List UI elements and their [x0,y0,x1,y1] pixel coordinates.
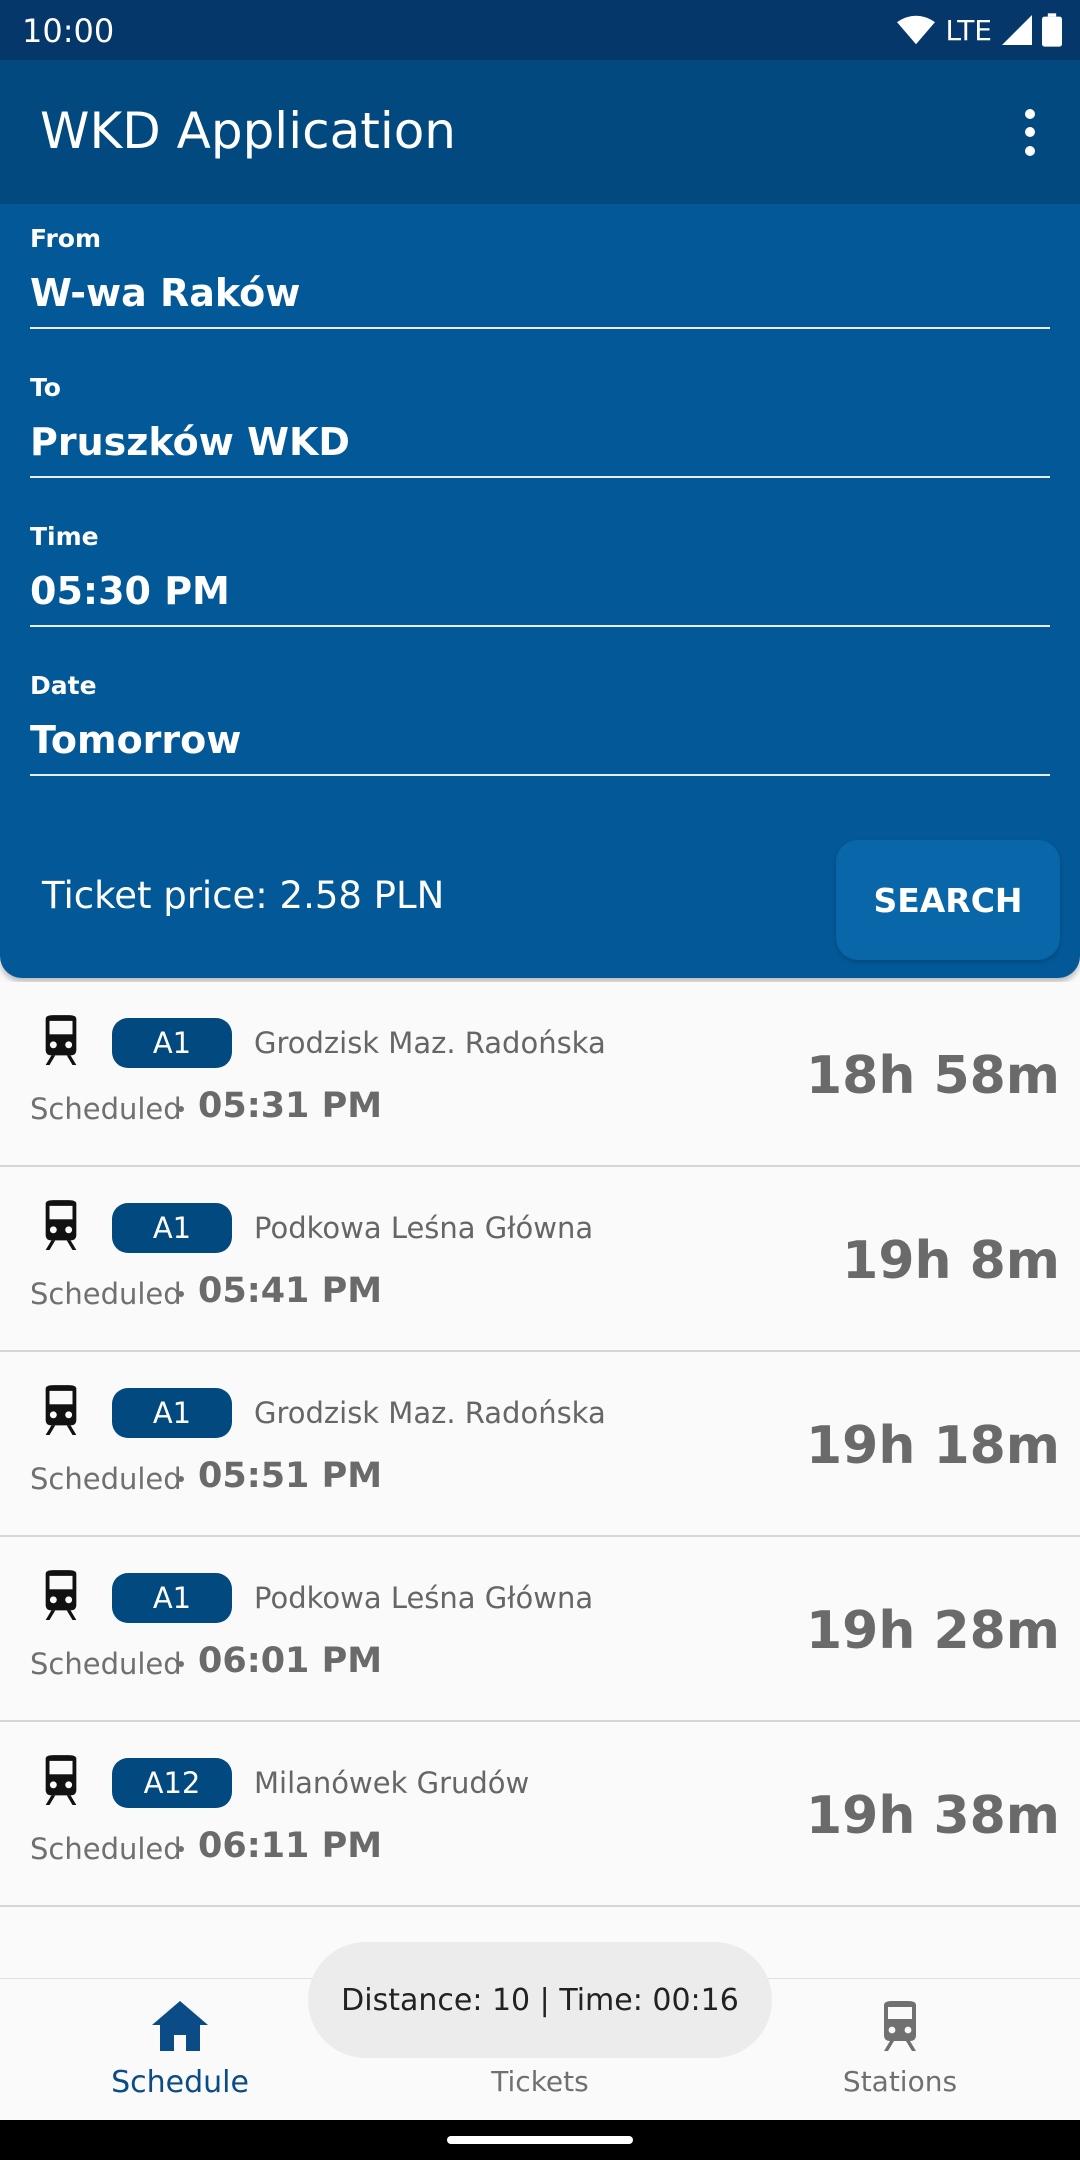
destination-label: Podkowa Leśna Główna [254,1211,594,1245]
line-badge: A12 [112,1758,232,1808]
time-field: Time 05:30 PM [30,522,1050,627]
date-label: Date [30,671,97,700]
home-gesture-handle[interactable] [447,2136,633,2144]
signal-icon [1002,15,1032,45]
home-icon [152,2001,208,2051]
line-badge: A1 [112,1018,232,1068]
time-until-departure: 19h 28m [805,1601,1060,1661]
status-label: Scheduled [30,1462,182,1496]
from-input[interactable]: W-wa Raków [30,271,1050,329]
app-bar: WKD Application [0,60,1080,204]
connections-list: A1 Grodzisk Maz. Radońska Scheduled 05:3… [0,982,1080,1907]
destination-label: Milanówek Grudów [254,1766,530,1800]
train-icon [45,1385,77,1435]
more-vert-icon[interactable] [1010,100,1050,164]
train-icon [45,1015,77,1065]
train-icon [884,2001,916,2051]
to-label: To [30,373,61,402]
system-navigation-bar [0,2120,1080,2160]
ticket-price: Ticket price: 2.58 PLN [42,874,445,917]
train-icon [45,1755,77,1805]
nav-schedule-label: Schedule [111,2065,249,2100]
destination-label: Grodzisk Maz. Radońska [254,1396,606,1430]
connection-row[interactable]: A1 Podkowa Leśna Główna Scheduled 05:41 … [0,1167,1080,1352]
search-button[interactable]: SEARCH [836,840,1060,960]
date-input[interactable]: Tomorrow [30,718,1050,776]
separator-dot [178,1291,184,1297]
line-badge: A1 [112,1203,232,1253]
line-badge: A1 [112,1573,232,1623]
battery-icon [1042,13,1062,47]
connection-row[interactable]: A12 Milanówek Grudów Scheduled 06:11 PM … [0,1722,1080,1907]
departure-time: 05:51 PM [198,1456,383,1496]
to-field: To Pruszków WKD [30,373,1050,478]
status-time: 10:00 [22,12,115,50]
destination-label: Grodzisk Maz. Radońska [254,1026,606,1060]
line-badge: A1 [112,1388,232,1438]
status-label: Scheduled [30,1832,182,1866]
separator-dot [178,1661,184,1667]
destination-label: Podkowa Leśna Główna [254,1581,594,1615]
departure-time: 05:31 PM [198,1086,383,1126]
search-form-panel: From W-wa Raków To Pruszków WKD Time 05:… [0,204,1080,978]
wifi-icon [897,15,936,45]
departure-time: 05:41 PM [198,1271,383,1311]
time-until-departure: 19h 18m [805,1416,1060,1476]
connection-row[interactable]: A1 Grodzisk Maz. Radońska Scheduled 05:3… [0,982,1080,1167]
from-field: From W-wa Raków [30,224,1050,329]
status-label: Scheduled [30,1647,182,1681]
app-title: WKD Application [40,102,456,160]
nav-stations[interactable]: Stations [720,1979,1080,2121]
status-bar: 10:00 LTE [0,0,1080,60]
toast-message: Distance: 10 | Time: 00:16 [308,1942,772,2058]
separator-dot [178,1846,184,1852]
separator-dot [178,1106,184,1112]
departure-time: 06:01 PM [198,1641,383,1681]
from-label: From [30,224,102,253]
time-input[interactable]: 05:30 PM [30,569,1050,627]
nav-tickets-label: Tickets [491,2065,589,2098]
separator-dot [178,1476,184,1482]
time-label: Time [30,522,99,551]
train-icon [45,1200,77,1250]
time-until-departure: 18h 58m [805,1046,1060,1106]
nav-stations-label: Stations [842,2065,958,2098]
time-until-departure: 19h 38m [805,1786,1060,1846]
connection-row[interactable]: A1 Podkowa Leśna Główna Scheduled 06:01 … [0,1537,1080,1722]
to-input[interactable]: Pruszków WKD [30,420,1050,478]
departure-time: 06:11 PM [198,1826,383,1866]
status-label: Scheduled [30,1092,182,1126]
connection-row[interactable]: A1 Grodzisk Maz. Radońska Scheduled 05:5… [0,1352,1080,1537]
time-until-departure: 19h 8m [842,1231,1060,1291]
train-icon [45,1570,77,1620]
date-field: Date Tomorrow [30,671,1050,776]
nav-schedule[interactable]: Schedule [0,1979,360,2121]
status-label: Scheduled [30,1277,182,1311]
network-type-label: LTE [945,13,992,47]
status-icons: LTE [897,10,1062,50]
